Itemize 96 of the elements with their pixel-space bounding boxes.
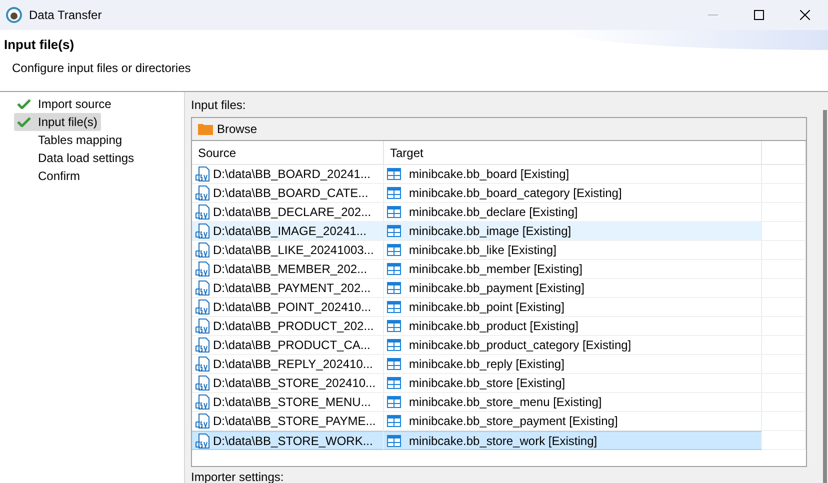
csv-file-icon bbox=[195, 356, 211, 372]
csv-file-icon bbox=[195, 223, 211, 239]
page-title: Input file(s) bbox=[4, 37, 74, 52]
target-table: minibcake.bb_point [Existing] bbox=[409, 300, 564, 314]
wizard-step[interactable]: Input file(s) bbox=[14, 113, 102, 131]
maximize-icon bbox=[754, 10, 764, 20]
table-icon bbox=[387, 358, 401, 370]
source-path: D:\data\BB_MEMBER_202... bbox=[213, 262, 368, 276]
table-icon bbox=[387, 377, 401, 389]
table-icon bbox=[387, 396, 401, 408]
target-table: minibcake.bb_store_menu [Existing] bbox=[409, 395, 602, 409]
target-cell[interactable]: minibcake.bb_store_menu [Existing] bbox=[384, 393, 762, 412]
source-path: D:\data\BB_PRODUCT_202... bbox=[213, 319, 374, 333]
csv-file-icon bbox=[195, 375, 211, 391]
target-table: minibcake.bb_image [Existing] bbox=[409, 224, 572, 238]
target-cell[interactable]: minibcake.bb_board [Existing] bbox=[384, 165, 762, 184]
app-logo-icon bbox=[6, 7, 22, 23]
target-cell[interactable]: minibcake.bb_payment [Existing] bbox=[384, 279, 762, 298]
table-icon bbox=[387, 282, 401, 294]
target-cell[interactable]: minibcake.bb_reply [Existing] bbox=[384, 355, 762, 374]
folder-icon bbox=[198, 123, 213, 135]
source-path: D:\data\BB_PAYMENT_202... bbox=[213, 281, 371, 295]
table-icon bbox=[387, 263, 401, 275]
csv-file-icon bbox=[195, 318, 211, 334]
target-cell[interactable]: minibcake.bb_product_category [Existing] bbox=[384, 336, 762, 355]
page-subtitle: Configure input files or directories bbox=[12, 61, 192, 75]
target-table: minibcake.bb_reply [Existing] bbox=[409, 357, 564, 371]
table-icon bbox=[387, 320, 401, 332]
close-icon bbox=[800, 10, 810, 20]
source-cell[interactable]: D:\data\BB_STORE_WORK... bbox=[192, 431, 384, 450]
target-cell[interactable]: minibcake.bb_product [Existing] bbox=[384, 317, 762, 336]
csv-file-icon bbox=[195, 166, 211, 182]
source-cell[interactable]: D:\data\BB_STORE_PAYME... bbox=[192, 412, 384, 431]
input-files-label: Input files: bbox=[191, 98, 247, 112]
source-path: D:\data\BB_STORE_PAYME... bbox=[213, 414, 376, 428]
minimize-icon bbox=[708, 14, 718, 16]
table-icon bbox=[387, 339, 401, 351]
window-title: Data Transfer bbox=[29, 8, 102, 22]
wizard-step[interactable]: Import source bbox=[14, 95, 116, 113]
target-table: minibcake.bb_payment [Existing] bbox=[409, 281, 584, 295]
target-table: minibcake.bb_store_work [Existing] bbox=[409, 434, 598, 448]
table-icon bbox=[387, 225, 401, 237]
table-icon bbox=[387, 244, 401, 256]
wizard-step[interactable]: Data load settings bbox=[14, 149, 138, 167]
source-path: D:\data\BB_PRODUCT_CA... bbox=[213, 338, 370, 352]
target-cell[interactable]: minibcake.bb_board_category [Existing] bbox=[384, 184, 762, 203]
source-cell[interactable]: D:\data\BB_IMAGE_20241... bbox=[192, 222, 384, 241]
check-icon bbox=[17, 99, 31, 109]
target-cell[interactable]: minibcake.bb_member [Existing] bbox=[384, 260, 762, 279]
source-path: D:\data\BB_IMAGE_20241... bbox=[213, 224, 366, 238]
source-path: D:\data\BB_POINT_202410... bbox=[213, 300, 372, 314]
target-table: minibcake.bb_store [Existing] bbox=[409, 376, 566, 390]
scrollbar[interactable] bbox=[823, 110, 827, 483]
target-table: minibcake.bb_board [Existing] bbox=[409, 167, 570, 181]
table-icon bbox=[387, 415, 401, 427]
source-path: D:\data\BB_DECLARE_202... bbox=[213, 205, 372, 219]
source-path: D:\data\BB_STORE_WORK... bbox=[213, 434, 373, 448]
target-cell[interactable]: minibcake.bb_store [Existing] bbox=[384, 374, 762, 393]
browse-button[interactable]: Browse bbox=[196, 122, 260, 136]
source-path: D:\data\BB_LIKE_20241003... bbox=[213, 243, 374, 257]
csv-file-icon bbox=[195, 185, 211, 201]
target-cell[interactable]: minibcake.bb_point [Existing] bbox=[384, 298, 762, 317]
target-table: minibcake.bb_board_category [Existing] bbox=[409, 186, 622, 200]
wizard-step[interactable]: Confirm bbox=[14, 167, 84, 185]
target-table: minibcake.bb_product_category [Existing] bbox=[409, 338, 632, 352]
target-cell[interactable]: minibcake.bb_declare [Existing] bbox=[384, 203, 762, 222]
wizard-step[interactable]: Tables mapping bbox=[14, 131, 126, 149]
table-icon bbox=[387, 206, 401, 218]
target-table: minibcake.bb_product [Existing] bbox=[409, 319, 578, 333]
check-icon bbox=[17, 117, 31, 127]
source-path: D:\data\BB_REPLY_202410... bbox=[213, 357, 373, 371]
source-path: D:\data\BB_STORE_MENU... bbox=[213, 395, 371, 409]
source-path: D:\data\BB_BOARD_CATE... bbox=[213, 186, 368, 200]
target-cell[interactable]: minibcake.bb_store_work [Existing] bbox=[384, 431, 762, 450]
table-icon bbox=[387, 301, 401, 313]
table-icon bbox=[387, 168, 401, 180]
target-table: minibcake.bb_member [Existing] bbox=[409, 262, 582, 276]
target-table: minibcake.bb_declare [Existing] bbox=[409, 205, 578, 219]
csv-file-icon bbox=[195, 432, 211, 448]
csv-file-icon bbox=[195, 242, 211, 258]
source-path: D:\data\BB_BOARD_20241... bbox=[213, 167, 370, 181]
csv-file-icon bbox=[195, 413, 211, 429]
target-cell[interactable]: minibcake.bb_like [Existing] bbox=[384, 241, 762, 260]
target-table: minibcake.bb_store_payment [Existing] bbox=[409, 414, 618, 428]
csv-file-icon bbox=[195, 299, 211, 315]
csv-file-icon bbox=[195, 280, 211, 296]
source-path: D:\data\BB_STORE_202410... bbox=[213, 376, 376, 390]
table-icon bbox=[387, 187, 401, 199]
table-icon bbox=[387, 434, 401, 446]
csv-file-icon bbox=[195, 337, 211, 353]
csv-file-icon bbox=[195, 204, 211, 220]
target-table: minibcake.bb_like [Existing] bbox=[409, 243, 556, 257]
target-cell[interactable]: minibcake.bb_store_payment [Existing] bbox=[384, 412, 762, 431]
csv-file-icon bbox=[195, 394, 211, 410]
csv-file-icon bbox=[195, 261, 211, 277]
target-cell[interactable]: minibcake.bb_image [Existing] bbox=[384, 222, 762, 241]
